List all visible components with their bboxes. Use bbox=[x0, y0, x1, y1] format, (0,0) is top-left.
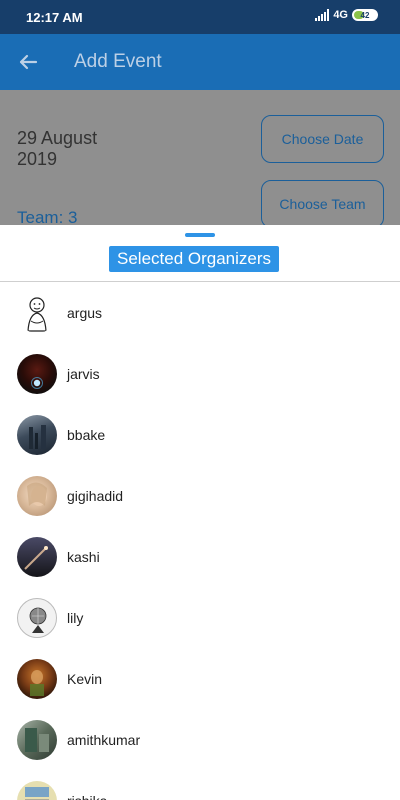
avatar bbox=[17, 414, 57, 455]
organizer-name: rishika bbox=[67, 793, 107, 800]
avatar bbox=[17, 536, 57, 577]
organizer-name: argus bbox=[67, 304, 103, 321]
status-time: 12:17 AM bbox=[26, 10, 83, 25]
status-bar: 12:17 AM 4G 42 bbox=[0, 0, 400, 34]
page-title: Add Event bbox=[74, 51, 162, 72]
list-item[interactable]: Kevin bbox=[0, 648, 400, 709]
sheet-title: Selected Organizers bbox=[109, 246, 280, 272]
organizer-name: lily bbox=[67, 609, 84, 626]
organizers-bottom-sheet: Selected Organizers argus jarvis bbake g… bbox=[0, 225, 400, 800]
list-item[interactable]: bbake bbox=[0, 404, 400, 465]
avatar bbox=[17, 719, 57, 760]
avatar bbox=[17, 475, 57, 516]
organizer-name: jarvis bbox=[67, 365, 100, 382]
choose-date-button[interactable]: Choose Date bbox=[261, 115, 384, 163]
organizer-list: argus jarvis bbake gigihadid kashi lily … bbox=[0, 282, 400, 800]
organizer-name: gigihadid bbox=[67, 487, 124, 504]
avatar bbox=[17, 658, 57, 699]
app-bar: Add Event bbox=[0, 34, 400, 90]
event-form: 29 August 2019 Choose Date Choose Team T… bbox=[0, 90, 400, 230]
avatar bbox=[17, 597, 57, 638]
avatar bbox=[17, 292, 57, 333]
organizer-name: bbake bbox=[67, 426, 106, 443]
list-item[interactable]: rishika bbox=[0, 770, 400, 800]
battery-icon: 42 bbox=[352, 9, 378, 21]
selected-date: 29 August 2019 bbox=[17, 128, 98, 169]
signal-icon bbox=[315, 9, 330, 21]
arrow-back-icon[interactable] bbox=[14, 48, 42, 76]
list-item[interactable]: kashi bbox=[0, 526, 400, 587]
network-type: 4G bbox=[333, 9, 348, 21]
choose-team-button[interactable]: Choose Team bbox=[261, 180, 384, 228]
list-item[interactable]: argus bbox=[0, 282, 400, 343]
drag-handle[interactable] bbox=[185, 233, 215, 237]
avatar bbox=[17, 780, 57, 800]
organizer-name: Kevin bbox=[67, 670, 103, 687]
status-indicators: 4G 42 bbox=[315, 9, 378, 21]
avatar bbox=[17, 353, 57, 394]
list-item[interactable]: jarvis bbox=[0, 343, 400, 404]
list-item[interactable]: lily bbox=[0, 587, 400, 648]
organizer-name: kashi bbox=[67, 548, 100, 565]
organizer-name: amithkumar bbox=[67, 731, 141, 748]
list-item[interactable]: amithkumar bbox=[0, 709, 400, 770]
list-item[interactable]: gigihadid bbox=[0, 465, 400, 526]
battery-level: 42 bbox=[360, 10, 370, 20]
